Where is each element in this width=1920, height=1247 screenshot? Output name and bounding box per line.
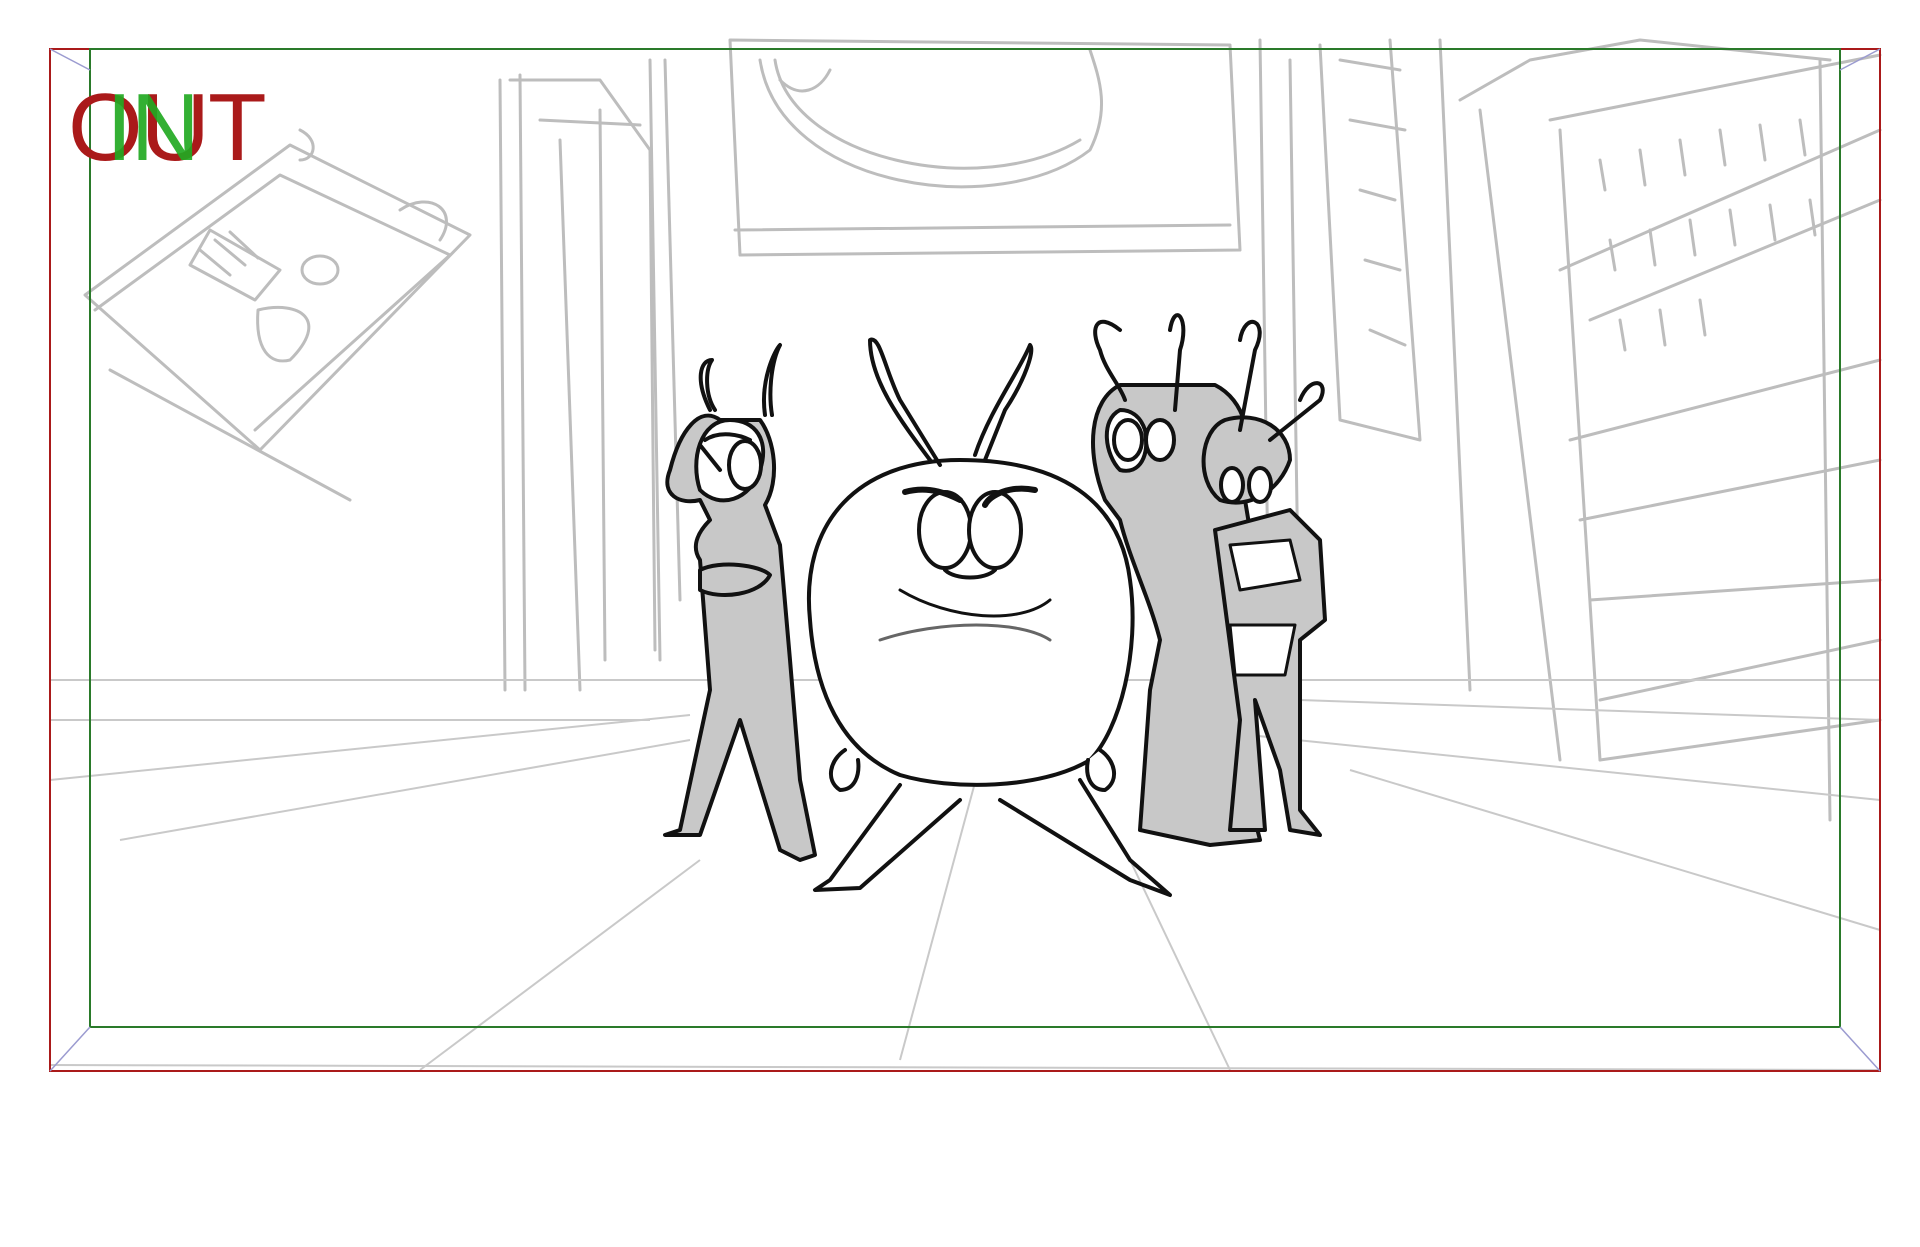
- in-frame-label: IN: [106, 74, 200, 181]
- storyboard-sketch: [49, 38, 1882, 1072]
- storyboard-canvas: OUT IN: [0, 0, 1920, 1242]
- characters-group: [663, 313, 1327, 897]
- character-left-ant: [663, 343, 817, 862]
